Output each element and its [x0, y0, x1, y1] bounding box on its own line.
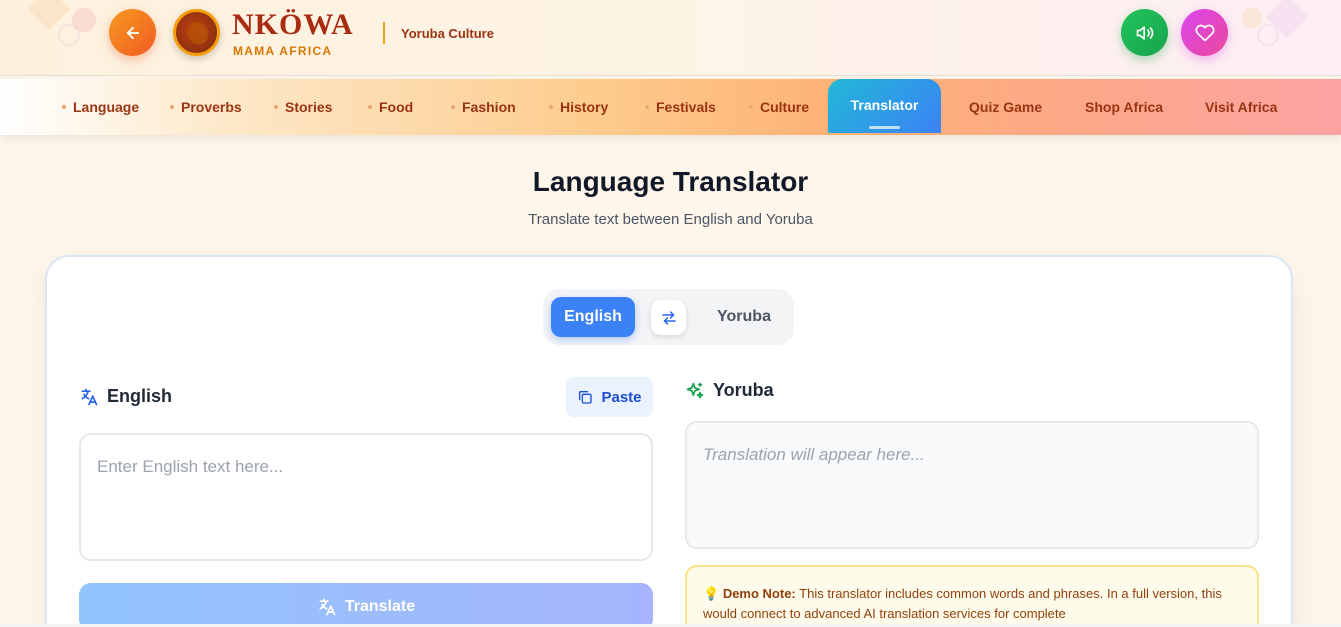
nav-label: Stories	[285, 99, 333, 115]
nav-item-stories[interactable]: Stories	[274, 79, 332, 135]
nav-item-translator[interactable]: Translator	[828, 79, 941, 133]
translate-icon	[81, 388, 98, 405]
nav-item-festivals[interactable]: Festivals	[645, 79, 716, 135]
section-title: Yoruba Culture	[401, 26, 494, 41]
decor-circle	[1242, 8, 1262, 28]
back-button[interactable]	[109, 9, 156, 56]
sparkles-icon	[686, 382, 704, 398]
nav-bullet	[645, 105, 649, 109]
nav-bullet	[170, 105, 174, 109]
nav-label: History	[560, 99, 609, 115]
target-panel-label: Yoruba	[685, 380, 774, 401]
nav-label: Visit Africa	[1205, 99, 1278, 115]
heart-icon	[1195, 24, 1214, 41]
brand-subtitle: MAMA AFRICA	[233, 44, 333, 58]
nav-label: Translator	[850, 97, 919, 113]
page-title: Language Translator	[532, 166, 809, 197]
nav-item-culture[interactable]: Culture	[749, 79, 809, 135]
source-label-text: English	[107, 386, 173, 406]
nav-item-shop-africa[interactable]: Shop Africa	[1085, 79, 1163, 135]
arrow-left-icon	[126, 26, 139, 39]
favorite-button[interactable]	[1181, 9, 1228, 56]
brand-name: NKÖWA	[232, 8, 354, 41]
nav-bullet	[549, 105, 553, 109]
nav-label: Culture	[760, 99, 809, 115]
decor-ring	[58, 24, 80, 46]
paste-button[interactable]: Paste	[566, 377, 653, 417]
nav-label: Food	[379, 99, 414, 115]
nav-item-proverbs[interactable]: Proverbs	[170, 79, 242, 135]
lightbulb-icon: 💡	[703, 586, 720, 601]
demo-note-title: Demo Note:	[722, 586, 796, 601]
nav-label: Shop Africa	[1085, 99, 1164, 115]
sound-button[interactable]	[1121, 9, 1168, 56]
nav-item-language[interactable]: Language	[62, 79, 139, 135]
speaker-icon	[1136, 25, 1153, 40]
source-language-button[interactable]: English	[551, 297, 635, 337]
nav-label: Quiz Game	[969, 99, 1043, 115]
nav-item-quiz-game[interactable]: Quiz Game	[969, 79, 1042, 135]
swap-arrows-icon	[661, 310, 676, 325]
nav-bullet	[274, 105, 278, 109]
nav-item-history[interactable]: History	[549, 79, 608, 135]
nav-item-food[interactable]: Food	[368, 79, 413, 135]
nav-bullet	[368, 105, 372, 109]
nav-label: Proverbs	[181, 99, 242, 115]
nav-item-fashion[interactable]: Fashion	[451, 79, 516, 135]
nav-bullet	[62, 105, 66, 109]
translate-icon	[319, 598, 336, 616]
main-nav: Language Proverbs Stories Food Fashion H…	[0, 79, 1341, 135]
nav-item-visit-africa[interactable]: Visit Africa	[1205, 79, 1277, 135]
brand-divider	[383, 22, 385, 44]
nav-label: Festivals	[656, 99, 716, 115]
top-header: NKÖWA MAMA AFRICA Yoruba Culture	[0, 0, 1341, 76]
translation-output: Translation will appear here...	[685, 421, 1259, 549]
source-text-input[interactable]	[79, 433, 653, 561]
translate-button[interactable]: Translate	[79, 583, 653, 627]
page-subtitle: Translate text between English and Yorub…	[528, 211, 813, 228]
target-language-button[interactable]: Yoruba	[704, 297, 784, 337]
nav-label: Language	[73, 99, 140, 115]
target-label-text: Yoruba	[713, 380, 774, 400]
nav-bullet	[451, 105, 455, 109]
demo-note: 💡 Demo Note: This translator includes co…	[685, 565, 1259, 627]
brand-logo[interactable]	[173, 9, 220, 56]
paste-label: Paste	[601, 388, 642, 406]
source-panel-label: English	[79, 386, 172, 407]
nav-bullet	[749, 105, 753, 109]
nav-label: Fashion	[462, 99, 516, 115]
translate-label: Translate	[344, 598, 416, 615]
swap-languages-button[interactable]	[651, 300, 686, 335]
copy-icon	[579, 391, 593, 404]
decor-ring	[1257, 24, 1279, 46]
